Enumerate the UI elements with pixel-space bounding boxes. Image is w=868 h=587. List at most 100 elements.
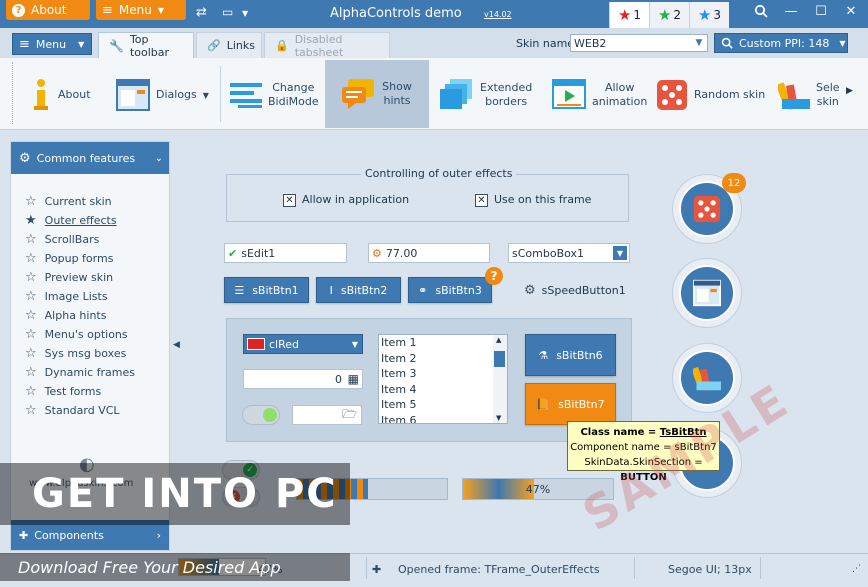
star-icon: ★ xyxy=(697,6,712,24)
star-tab-2[interactable]: ★ 2 xyxy=(649,2,689,28)
menu-button[interactable]: ≡ Menu ▼ xyxy=(96,0,186,20)
window-icon[interactable]: ▭ xyxy=(222,5,233,19)
allow-in-application-checkbox[interactable]: ✕ Allow in application xyxy=(283,193,409,207)
dialog-icon xyxy=(116,79,150,111)
flask-icon: ⚗ xyxy=(538,348,549,362)
toolbar-grip[interactable] xyxy=(12,62,14,124)
star-icon: ☆ xyxy=(25,270,37,285)
close-icon: ✕ xyxy=(845,3,857,19)
list-item[interactable]: Item 1 xyxy=(379,335,507,351)
list-item[interactable]: ☆ Test forms xyxy=(25,382,169,401)
toolbar-select-skin[interactable]: Sele skin xyxy=(778,62,842,128)
list-item[interactable]: Item 2 xyxy=(379,351,507,367)
list-item[interactable]: ★ Outer effects xyxy=(25,211,169,230)
calc-edit[interactable]: 0 ▦ xyxy=(243,369,363,389)
bidi-icon xyxy=(230,83,262,108)
chevron-right-icon[interactable]: ▶ xyxy=(846,86,853,96)
feature-list: ☆ Current skin ★ Outer effects ☆ ScrollBars… xyxy=(11,174,169,420)
palette-icon xyxy=(693,366,721,391)
scombobox-field[interactable]: sComboBox1 ▼ xyxy=(508,243,630,263)
zoom-icon xyxy=(721,37,733,49)
toolbar-random-skin[interactable]: Random skin xyxy=(656,62,766,128)
folder-open-icon: 🗁 xyxy=(342,406,357,421)
sbitbtn6-button[interactable]: ⚗ sBitBtn6 xyxy=(525,334,616,376)
item-listbox[interactable]: Item 1 Item 2 Item 3 Item 4 Item 5 Item … xyxy=(378,334,508,424)
collapse-panel-arrow[interactable]: ◀ xyxy=(173,340,180,350)
toolbar-allow-animation[interactable]: Allow animation xyxy=(552,62,647,128)
sliders-icon: ☰ xyxy=(234,283,245,297)
star-tab-1[interactable]: ★ 1 xyxy=(609,2,649,28)
scroll-up-icon[interactable]: ▲ xyxy=(496,336,501,344)
link-icon: ⚭ xyxy=(418,283,428,297)
chevron-down-icon: ▼ xyxy=(78,39,85,49)
star-tabs: ★ 1 ★ 2 ★ 3 xyxy=(609,2,729,28)
top-toolbar: About Dialogs ▼ Change BidiMode Show hin… xyxy=(0,58,868,130)
file-edit[interactable]: 🗁 xyxy=(292,405,362,425)
minimize-icon: — xyxy=(784,3,798,19)
sbitbtn1-button[interactable]: ☰ sBitBtn1 xyxy=(224,277,309,303)
search-button[interactable] xyxy=(746,0,776,22)
text-cursor-icon: Ⅰ xyxy=(329,283,333,297)
tab-top-toolbar[interactable]: 🔧 Top toolbar xyxy=(98,32,194,59)
list-item[interactable]: ☆ Sys msg boxes xyxy=(25,344,169,363)
chevron-down-icon: ▼ xyxy=(839,38,846,48)
scrollbar-thumb[interactable] xyxy=(494,351,505,367)
number-field[interactable]: ⚙ 77.00 xyxy=(368,243,490,263)
use-on-frame-checkbox[interactable]: ✕ Use on this frame xyxy=(475,193,591,207)
toggle-switch-1[interactable] xyxy=(242,405,280,425)
skin-name-combo[interactable]: WEB2 ▼ xyxy=(570,34,708,52)
gear-icon: ⚙ xyxy=(372,246,382,260)
puzzle-icon: ✚ xyxy=(372,562,382,576)
window-title: AlphaControls demo xyxy=(330,6,462,21)
sedit-field[interactable]: ✔ sEdit1 xyxy=(224,243,347,263)
borders-icon xyxy=(440,79,472,109)
resize-grip-icon[interactable]: ⋰ xyxy=(852,558,861,580)
status-separator xyxy=(760,557,761,579)
color-combo[interactable]: clRed ▼ xyxy=(243,334,363,354)
minimize-button[interactable]: — xyxy=(776,0,806,22)
toolbar-extended-borders[interactable]: Extended borders xyxy=(440,62,536,128)
list-item[interactable]: ☆ Current skin xyxy=(25,192,169,211)
toolbar-dialogs[interactable]: Dialogs ▼ xyxy=(116,62,214,128)
list-item[interactable]: ☆ Standard VCL xyxy=(25,401,169,420)
status-font: Segoe UI; 13px xyxy=(668,562,752,576)
maximize-icon: ☐ xyxy=(815,3,827,19)
hamburger-icon: ≡ xyxy=(19,36,30,52)
sbitbtn3-button[interactable]: ⚭ sBitBtn3 xyxy=(408,277,492,303)
list-item[interactable]: ☆ Image Lists xyxy=(25,287,169,306)
list-item[interactable]: ☆ Menu's options xyxy=(25,325,169,344)
getintopc-tagline: Download Free Your Desired App xyxy=(0,553,350,581)
help-badge-icon[interactable]: ? xyxy=(485,267,503,285)
sbitbtn2-button[interactable]: ⅠsBitBtn2 xyxy=(316,277,401,303)
close-button[interactable]: ✕ xyxy=(836,0,866,22)
link-icon: 🔗 xyxy=(207,39,221,52)
custom-ppi-button[interactable]: Custom PPI: 148 ▼ xyxy=(714,33,848,53)
list-item[interactable]: ☆ Dynamic frames xyxy=(25,363,169,382)
list-item[interactable]: Item 6 xyxy=(379,413,507,424)
toolbar-show-hints[interactable]: Show hints xyxy=(325,60,429,128)
list-item[interactable]: ☆ Alpha hints xyxy=(25,306,169,325)
tab-links[interactable]: 🔗 Links xyxy=(196,32,262,58)
vertical-scrollbar[interactable]: ▲ ▼ xyxy=(493,335,507,423)
swap-icon[interactable]: ⇄ xyxy=(196,5,207,20)
menu-dropdown-button[interactable]: ≡ Menu ▼ xyxy=(12,33,92,55)
toolbar-about[interactable]: About xyxy=(30,62,106,128)
common-features-header[interactable]: ⚙ Common features ⌄ xyxy=(11,142,169,174)
chevron-down-icon: ▼ xyxy=(695,38,703,48)
dialog-round-button[interactable] xyxy=(672,258,742,328)
sspeedbutton1[interactable]: ⚙ sSpeedButton1 xyxy=(524,283,626,298)
toolbar-change-bidimode[interactable]: Change BidiMode xyxy=(230,62,319,128)
star-tab-3[interactable]: ★ 3 xyxy=(689,2,729,28)
list-item[interactable]: Item 4 xyxy=(379,382,507,398)
chevron-down-icon: ▼ xyxy=(202,90,209,100)
list-item[interactable]: Item 3 xyxy=(379,366,507,382)
scroll-down-icon[interactable]: ▼ xyxy=(496,414,501,422)
chevron-down-icon[interactable]: ▼ xyxy=(242,9,248,18)
maximize-button[interactable]: ☐ xyxy=(806,0,836,22)
list-item[interactable]: Item 5 xyxy=(379,397,507,413)
list-item[interactable]: ☆ Popup forms xyxy=(25,249,169,268)
list-item[interactable]: ☆ ScrollBars xyxy=(25,230,169,249)
sbitbtn7-button[interactable]: 📙 sBitBtn7 xyxy=(525,383,616,425)
list-item[interactable]: ☆ Preview skin xyxy=(25,268,169,287)
about-button[interactable]: ? About xyxy=(6,0,90,20)
